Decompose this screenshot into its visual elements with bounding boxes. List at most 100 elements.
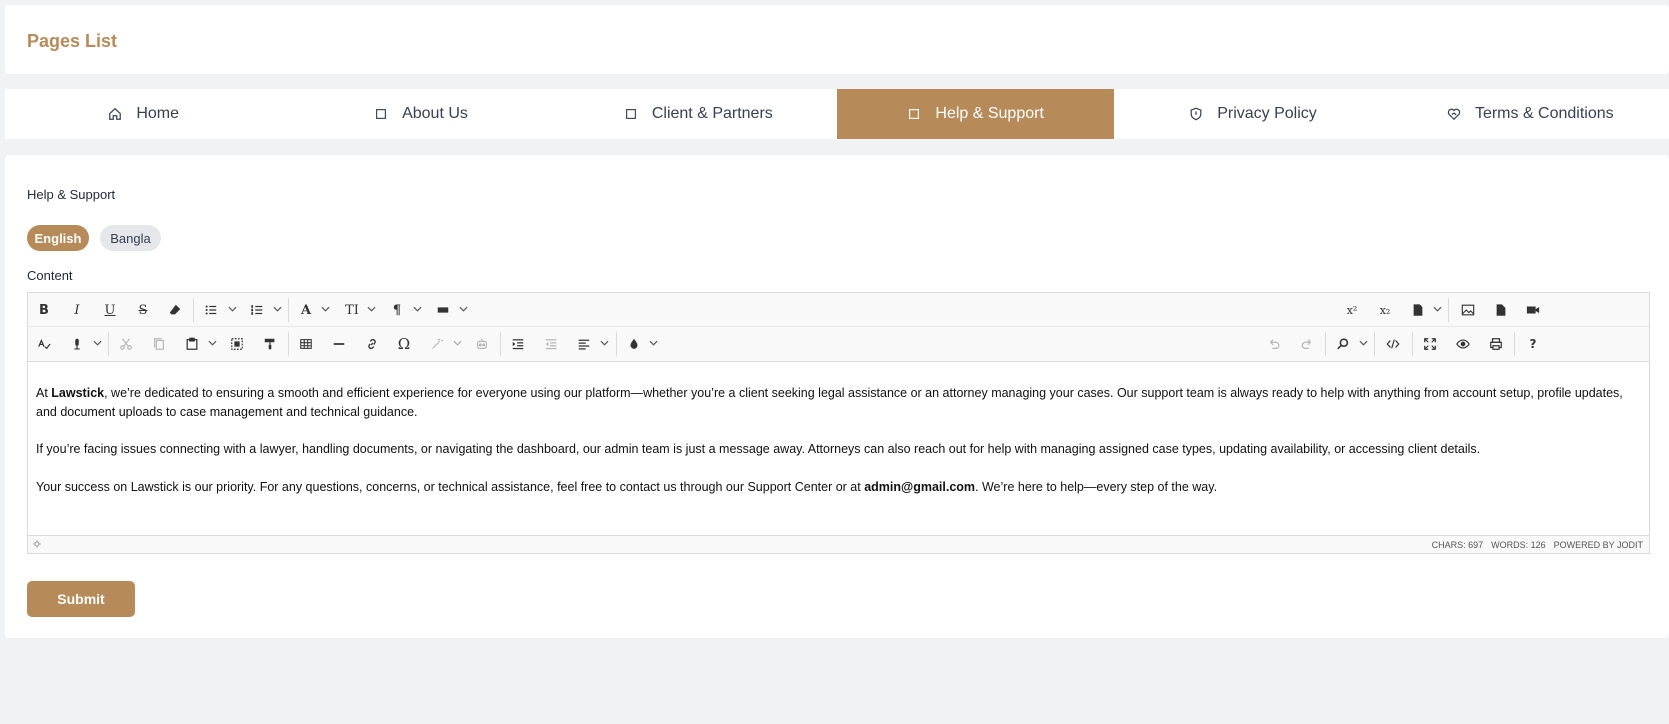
page-header-card: Pages List [5,5,1669,74]
paragraph-icon[interactable]: ¶ [385,299,409,321]
editor-toolbar: B I U S A TI ¶ x² x₂ Ω ? [28,293,1649,362]
search-icon[interactable] [1331,333,1355,355]
italic-button[interactable]: I [65,299,89,321]
chevron-down-icon[interactable] [412,302,422,316]
tab-client-partners[interactable]: Client & Partners [560,89,837,139]
chevron-down-icon[interactable] [1358,336,1368,350]
tab-about-us[interactable]: About Us [282,89,559,139]
toolbar-separator [288,298,289,322]
home-icon [108,107,122,121]
chevron-down-icon[interactable] [207,336,217,350]
toolbar-separator [288,332,289,356]
underline-button[interactable]: U [98,299,122,321]
tab-label: Help & Support [935,105,1044,122]
editor-paragraph: If you’re facing issues connecting with … [36,442,1481,456]
toolbar-separator [1412,332,1413,356]
magic-wand-icon[interactable] [425,333,449,355]
print-icon[interactable] [1484,333,1508,355]
tab-privacy-policy[interactable]: Privacy Policy [1114,89,1391,139]
editor-paragraph: At Lawstick, we’re dedicated to ensuring… [36,384,1641,422]
language-english-button[interactable]: English [27,225,89,251]
toolbar-separator [108,332,109,356]
redo-icon[interactable] [1295,333,1319,355]
copy-icon[interactable] [147,333,171,355]
format-painter-icon[interactable] [258,333,282,355]
strikethrough-button[interactable]: S [131,299,155,321]
settings-gear-icon[interactable] [33,540,41,548]
bold-button[interactable]: B [32,299,56,321]
tab-label: Home [136,105,179,122]
numbered-list-icon[interactable] [245,299,269,321]
tab-home[interactable]: Home [5,89,282,139]
align-left-icon[interactable] [572,333,596,355]
submit-button[interactable]: Submit [27,581,135,617]
page-title: Pages List [27,31,118,51]
undo-icon[interactable] [1262,333,1286,355]
chevron-down-icon[interactable] [320,302,330,316]
email-link: admin@gmail.com [864,480,976,494]
select-all-icon[interactable] [225,333,249,355]
file-icon[interactable] [1406,299,1430,321]
classes-icon[interactable] [431,299,455,321]
chevron-down-icon[interactable] [648,336,658,350]
editor-content[interactable]: At Lawstick, we’re dedicated to ensuring… [28,362,1649,535]
image-icon[interactable] [1456,299,1480,321]
editor-paragraph: Your success on Lawstick is our priority… [36,478,1641,497]
shield-icon [1189,107,1203,121]
subscript-button[interactable]: x₂ [1373,299,1397,321]
paste-icon[interactable] [180,333,204,355]
chevron-down-icon[interactable] [272,302,282,316]
chevron-down-icon[interactable] [458,302,468,316]
superscript-button[interactable]: x² [1340,299,1364,321]
font-icon[interactable]: A [294,299,318,321]
source-code-icon[interactable] [1381,333,1405,355]
link-icon[interactable] [360,333,384,355]
toolbar-row-1: B I U S A TI ¶ x² x₂ [28,293,1649,327]
powered-by-link[interactable]: Powered by Jodit [1554,540,1643,550]
toolbar-separator [1448,298,1449,322]
document-icon[interactable] [1489,299,1513,321]
special-char-icon[interactable]: Ω [392,333,416,355]
tab-help-support[interactable]: Help & Support [836,89,1115,139]
text-span: . We’re here to help—every step of the w… [975,480,1218,494]
tab-label: Client & Partners [651,105,773,122]
tab-label: About Us [402,105,468,122]
eraser-icon[interactable] [163,299,187,321]
char-count: Chars: 697 [1431,539,1484,550]
toolbar-row-2: Ω ? [28,327,1649,361]
text-span: Your success on Lawstick is our priority… [36,480,865,494]
language-bangla-button[interactable]: Bangla [100,225,161,251]
square-icon [374,107,388,121]
chevron-down-icon[interactable] [1432,302,1442,316]
chevron-down-icon[interactable] [599,336,609,350]
horizontal-rule-icon[interactable] [327,333,351,355]
tab-terms-conditions[interactable]: Terms & Conditions [1392,89,1669,139]
chevron-down-icon[interactable] [366,302,376,316]
fullscreen-icon[interactable] [1418,333,1442,355]
preview-eye-icon[interactable] [1451,333,1475,355]
section-label: Help & Support [27,187,116,202]
font-size-icon[interactable]: TI [340,299,364,321]
content-card: Help & Support English Bangla Content B … [5,155,1669,638]
chevron-down-icon[interactable] [452,336,462,350]
spellcheck-icon[interactable] [32,333,56,355]
help-icon[interactable]: ? [1521,333,1545,355]
cut-icon[interactable] [114,333,138,355]
text-span: , we’re dedicated to ensuring a smooth a… [36,386,1623,419]
text-span: At [36,386,52,400]
table-icon[interactable] [294,333,318,355]
toolbar-separator [193,298,194,322]
page-tabs: Home About Us Client & Partners Help & S… [5,89,1669,139]
tab-label: Terms & Conditions [1474,105,1614,122]
color-drop-icon[interactable] [622,333,646,355]
microphone-icon[interactable] [65,333,89,355]
chevron-down-icon[interactable] [92,336,102,350]
ai-assistant-icon[interactable] [470,333,494,355]
chevron-down-icon[interactable] [227,302,237,316]
outdent-icon[interactable] [539,333,563,355]
indent-icon[interactable] [506,333,530,355]
video-icon[interactable] [1521,299,1545,321]
word-count: Words: 126 [1491,539,1546,550]
bullet-list-icon[interactable] [199,299,223,321]
square-icon [624,107,638,121]
